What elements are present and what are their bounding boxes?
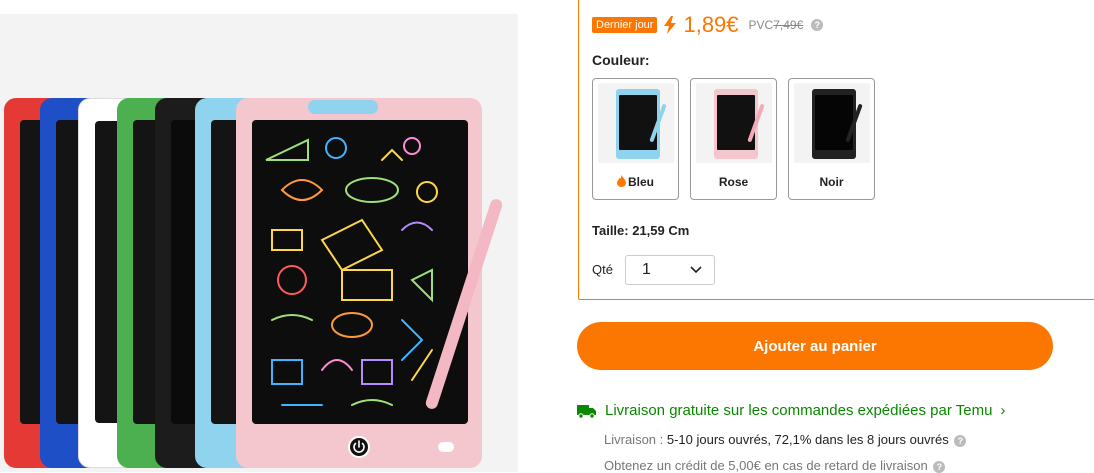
chevron-right-icon: › [1000, 402, 1006, 419]
color-option-label: Noir [819, 175, 844, 189]
help-icon[interactable]: ? [811, 19, 824, 31]
size-label: Taille: 21,59 Cm [592, 223, 690, 238]
quantity-select[interactable]: 1 [625, 255, 715, 285]
color-label: Couleur: [592, 52, 650, 68]
help-icon[interactable]: ? [954, 435, 967, 447]
late-credit-info: Obtenez un crédit de 5,00€ en cas de ret… [604, 458, 946, 473]
price-row: Dernier jour 1,89€ PVC7,49€ ? [592, 12, 824, 38]
lock-switch[interactable] [438, 442, 454, 452]
product-image[interactable] [0, 14, 518, 472]
color-option-rose[interactable]: Rose [690, 78, 777, 200]
color-option-label: Bleu [627, 175, 654, 189]
lightning-icon [664, 16, 677, 34]
current-price: 1,89€ [683, 12, 739, 37]
power-icon[interactable] [348, 436, 370, 458]
tablet-pink [236, 98, 482, 468]
color-option-noir[interactable]: Noir [788, 78, 875, 200]
quantity-value: 1 [642, 261, 651, 278]
color-option-bleu[interactable]: Bleu [592, 78, 679, 200]
flame-icon [616, 175, 626, 187]
sku-panel: Dernier jour 1,89€ PVC7,49€ ? Couleur: B… [578, 0, 1094, 300]
chevron-down-icon [690, 266, 702, 274]
pvc-price: PVC7,49€ [748, 18, 804, 32]
add-to-cart-button[interactable]: Ajouter au panier [577, 322, 1053, 370]
free-shipping-link[interactable]: Livraison gratuite sur les commandes exp… [577, 402, 1005, 419]
help-icon[interactable]: ? [933, 461, 946, 473]
product-gallery [0, 0, 518, 472]
last-day-badge: Dernier jour [592, 17, 658, 33]
color-options: Bleu Rose Noir [592, 78, 875, 200]
quantity-label: Qté [592, 262, 613, 277]
delivery-info: Livraison : 5-10 jours ouvrés, 72,1% dan… [604, 432, 967, 447]
color-option-label: Rose [718, 175, 749, 189]
truck-icon [577, 404, 596, 419]
shipping-headline: Livraison gratuite sur les commandes exp… [605, 402, 993, 419]
